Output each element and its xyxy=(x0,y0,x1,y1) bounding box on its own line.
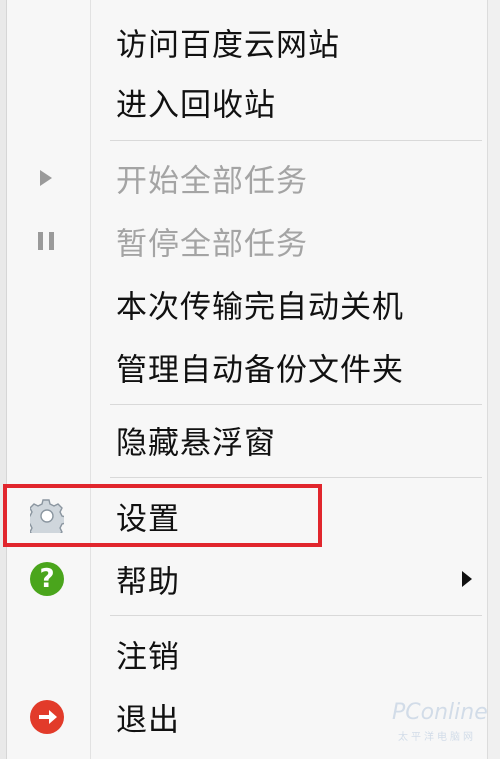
menu-item-label: 隐藏悬浮窗 xyxy=(116,425,276,462)
context-menu: 访问百度云网站 进入回收站 开始全部任务 暂停全部任务 本次传输完自动关机 管理… xyxy=(0,0,500,759)
menu-item-label: 退出 xyxy=(116,702,180,739)
annotation-highlight-box xyxy=(3,484,322,547)
menu-item-label: 开始全部任务 xyxy=(116,163,308,200)
menu-item-hide-float-window[interactable]: 隐藏悬浮窗 xyxy=(6,410,488,470)
menu-item-label: 注销 xyxy=(116,639,180,676)
menu-separator xyxy=(110,615,482,616)
submenu-arrow-icon xyxy=(462,571,472,587)
menu-item-label: 本次传输完自动关机 xyxy=(116,289,404,326)
pause-icon xyxy=(38,232,54,250)
menu-item-visit-website[interactable]: 访问百度云网站 xyxy=(6,12,488,72)
menu-separator xyxy=(110,140,482,141)
menu-item-label: 帮助 xyxy=(116,564,180,601)
menu-item-label: 访问百度云网站 xyxy=(116,27,340,64)
menu-separator xyxy=(110,477,482,478)
help-icon: ? xyxy=(30,562,64,596)
menu-item-label: 暂停全部任务 xyxy=(116,226,308,263)
exit-icon xyxy=(30,700,64,734)
menu-item-start-all: 开始全部任务 xyxy=(6,148,488,208)
menu-item-label: 管理自动备份文件夹 xyxy=(116,352,404,389)
menu-right-border xyxy=(487,0,500,759)
menu-item-auto-shutdown[interactable]: 本次传输完自动关机 xyxy=(6,274,488,334)
menu-item-logout[interactable]: 注销 xyxy=(6,624,488,684)
menu-item-manage-backup[interactable]: 管理自动备份文件夹 xyxy=(6,337,488,397)
pconline-watermark: PConline 太平洋电脑网 xyxy=(392,694,498,754)
watermark-text: PConline xyxy=(392,700,488,725)
menu-item-label: 进入回收站 xyxy=(116,87,276,124)
menu-separator xyxy=(110,404,482,405)
menu-item-help[interactable]: ? 帮助 xyxy=(6,549,488,609)
menu-item-recycle-bin[interactable]: 进入回收站 xyxy=(6,72,488,132)
watermark-subtext: 太平洋电脑网 xyxy=(398,732,476,743)
menu-item-pause-all: 暂停全部任务 xyxy=(6,211,488,271)
play-icon xyxy=(40,170,52,186)
